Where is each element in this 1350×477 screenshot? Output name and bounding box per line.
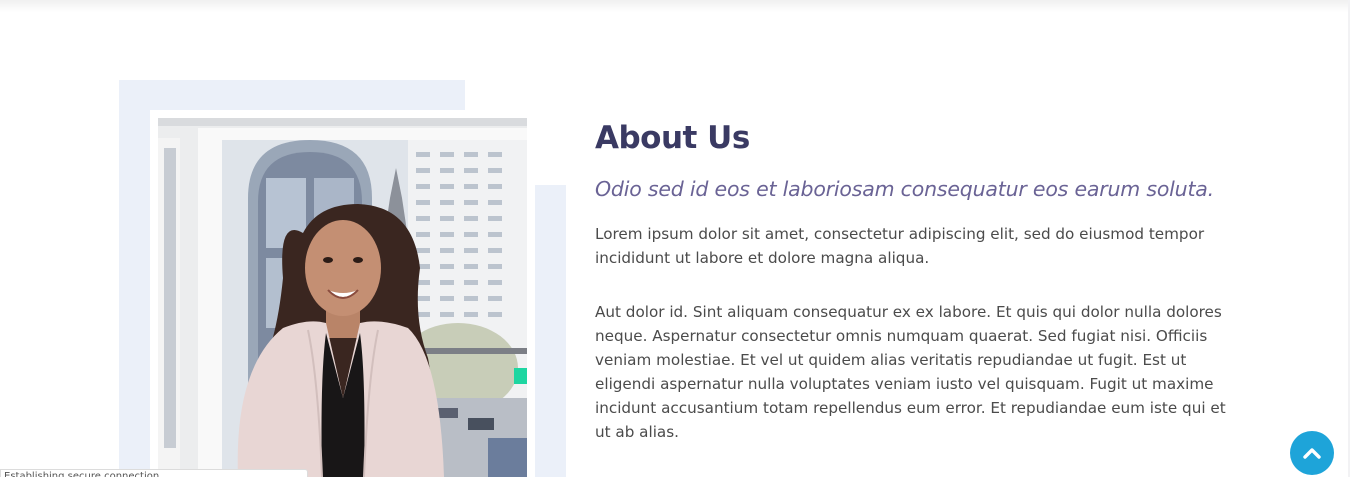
page: About Us Odio sed id eos et laboriosam c…: [0, 0, 1350, 477]
chevron-up-icon: [1303, 448, 1321, 459]
person-photo-icon: [158, 118, 527, 477]
header-shadow: [0, 0, 1350, 12]
about-paragraph-2: Aut dolor id. Sint aliquam consequatur e…: [595, 303, 1226, 441]
about-content: About Us Odio sed id eos et laboriosam c…: [595, 118, 1235, 444]
about-paragraph-1: Lorem ipsum dolor sit amet, consectetur …: [595, 225, 1205, 267]
about-image: [158, 118, 527, 477]
section-subtitle: Odio sed id eos et laboriosam consequatu…: [595, 177, 1214, 201]
browser-status-bar: Establishing secure connection...: [0, 469, 308, 477]
image-frame-side: [535, 185, 566, 477]
scroll-to-top-button[interactable]: [1290, 431, 1334, 475]
section-title: About Us: [595, 120, 750, 156]
